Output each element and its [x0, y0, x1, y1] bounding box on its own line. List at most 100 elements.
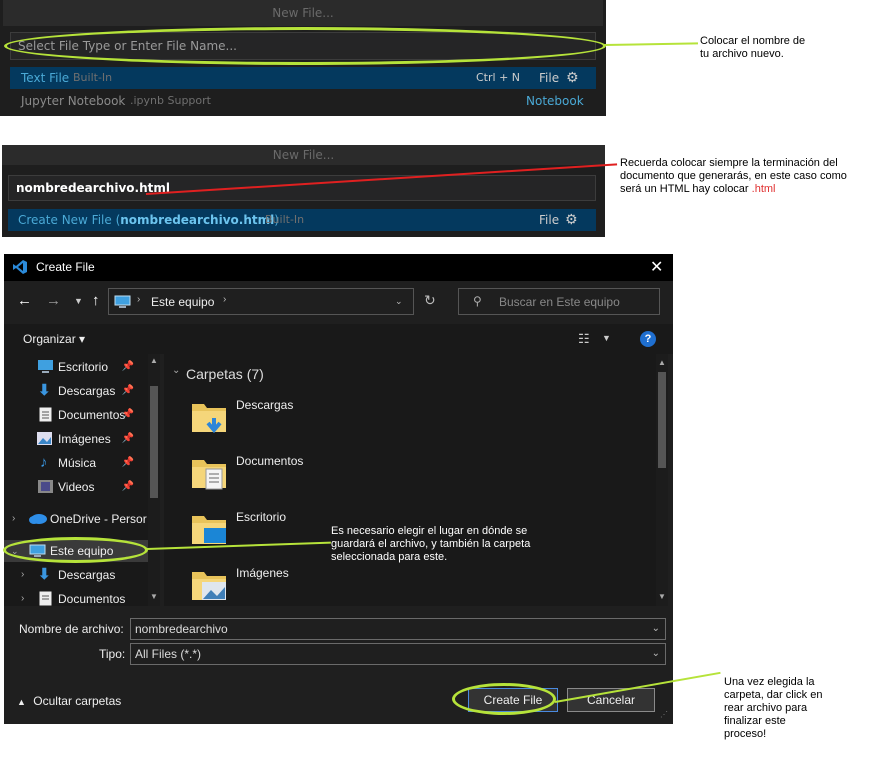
- nav-scrollbar[interactable]: ▲ ▼: [148, 354, 160, 606]
- file-type-select[interactable]: All Files (*.*) ⌄: [130, 643, 666, 665]
- item-type: File: [539, 71, 560, 85]
- item-label: Create New File (nombredearchivo.html): [18, 213, 279, 227]
- highlight-ellipse-este-equipo: [3, 537, 148, 563]
- gear-icon[interactable]: ⚙: [565, 209, 578, 231]
- desktop-folder-icon: [192, 516, 226, 544]
- item-source: .ipynb Support: [130, 94, 211, 107]
- note-choose-location: Es necesario elegir el lugar en dónde se…: [331, 525, 531, 563]
- scroll-up-icon[interactable]: ▲: [150, 356, 158, 365]
- scroll-down-icon[interactable]: ▼: [658, 592, 666, 601]
- file-name-input[interactable]: nombredearchivo.html: [8, 175, 596, 201]
- folder-item-descargas[interactable]: Descargas: [190, 394, 370, 444]
- expand-chevron-icon[interactable]: ›: [12, 508, 15, 530]
- quickpick-title: New File...: [3, 0, 603, 26]
- chevron-right-icon: ›: [137, 294, 141, 305]
- nav-item-descargas[interactable]: ⬇ Descargas 📌: [4, 380, 148, 402]
- section-collapse-icon[interactable]: ⌄: [172, 365, 180, 376]
- search-box[interactable]: ⚲ Buscar en Este equipo: [458, 288, 660, 315]
- chevron-up-icon: ▲: [17, 697, 26, 707]
- pin-icon: 📌: [121, 385, 134, 396]
- item-source: Built-In: [265, 213, 305, 226]
- filename-value: nombredearchivo: [135, 622, 228, 636]
- nav-item-documentos[interactable]: Documentos 📌: [4, 404, 148, 426]
- pin-icon: 📌: [121, 409, 134, 420]
- nav-item-imagenes[interactable]: Imágenes 📌: [4, 428, 148, 450]
- dialog-footer: Nombre de archivo: nombredearchivo ⌄ Tip…: [4, 606, 673, 724]
- quickpick-item-create[interactable]: Create New File (nombredearchivo.html) B…: [8, 209, 596, 231]
- music-note-icon: ♪: [40, 454, 48, 471]
- nav-item-escritorio[interactable]: Escritorio 📌: [4, 356, 148, 378]
- address-dropdown-icon[interactable]: ⌄: [395, 296, 403, 307]
- quickpick-title: New File...: [2, 145, 605, 165]
- scroll-thumb[interactable]: [658, 372, 666, 468]
- pin-icon: 📌: [121, 457, 134, 468]
- document-icon: [39, 407, 52, 422]
- chevron-down-icon[interactable]: ⌄: [652, 619, 660, 639]
- computer-icon: [114, 295, 131, 308]
- back-arrow-icon[interactable]: ←: [17, 292, 32, 309]
- gear-icon[interactable]: ⚙: [566, 67, 579, 89]
- desktop-icon: [38, 360, 53, 373]
- folder-item-documentos[interactable]: Documentos: [190, 450, 370, 500]
- scroll-thumb[interactable]: [150, 386, 158, 498]
- hide-folders-toggle[interactable]: ▲ Ocultar carpetas: [17, 694, 121, 708]
- nav-item-onedrive[interactable]: › OneDrive - Persor: [4, 508, 148, 530]
- scroll-up-icon[interactable]: ▲: [658, 358, 666, 367]
- chevron-down-icon[interactable]: ⌄: [652, 644, 660, 664]
- address-bar[interactable]: › Este equipo › ⌄: [108, 288, 414, 315]
- vscode-logo-icon: [13, 260, 27, 274]
- pictures-icon: [37, 432, 52, 445]
- type-label: Tipo:: [99, 647, 126, 661]
- callout-line-1: [603, 42, 699, 46]
- view-dropdown-icon[interactable]: ▼: [602, 333, 611, 343]
- note-name-file: Colocar el nombre de tu archivo nuevo.: [700, 35, 806, 60]
- up-arrow-icon[interactable]: ↑: [92, 292, 100, 309]
- view-options-icon[interactable]: ☷: [578, 331, 590, 347]
- tutorial-canvas: New File... Select File Type or Enter Fi…: [0, 0, 874, 768]
- section-header[interactable]: Carpetas (7): [186, 366, 264, 382]
- note-click-create: Una vez elegida la carpeta, dar click en…: [724, 676, 823, 740]
- download-arrow-icon: ⬇: [38, 382, 51, 399]
- file-content-pane: ⌄ Carpetas (7) Descargas Documentos Escr…: [164, 354, 668, 606]
- scroll-down-icon[interactable]: ▼: [150, 592, 158, 601]
- pin-icon: 📌: [121, 361, 134, 372]
- highlight-ellipse-input: [4, 27, 606, 65]
- help-icon[interactable]: ?: [640, 331, 656, 347]
- create-file-dialog: Create File ✕ ← → ▼ ↑ › Este equipo › ⌄ …: [4, 254, 673, 724]
- item-source: Built-In: [73, 71, 113, 84]
- close-icon[interactable]: ✕: [650, 257, 663, 277]
- chevron-right-icon: ›: [223, 294, 227, 305]
- nav-item-musica[interactable]: ♪ Música 📌: [4, 452, 148, 474]
- item-type: Notebook: [526, 94, 584, 108]
- highlight-ellipse-create-button: [452, 683, 556, 715]
- video-icon: [38, 480, 53, 493]
- pictures-folder-icon: [192, 572, 226, 600]
- expand-chevron-icon[interactable]: ›: [21, 564, 24, 586]
- refresh-icon[interactable]: ↻: [424, 292, 436, 309]
- nav-item-descargas-sub[interactable]: › ⬇ Descargas: [4, 564, 148, 586]
- filename-field[interactable]: nombredearchivo ⌄: [130, 618, 666, 640]
- quickpick-item-text-file[interactable]: Text File Built-In Ctrl + N File ⚙: [10, 67, 596, 89]
- file-type-value: All Files (*.*): [135, 647, 202, 661]
- cloud-icon: [29, 514, 47, 524]
- command-bar: Organizar ▾ ☷ ▼ ?: [4, 324, 673, 354]
- nav-item-videos[interactable]: Videos 📌: [4, 476, 148, 498]
- address-location: Este equipo: [151, 295, 215, 309]
- filename-label: Nombre de archivo:: [19, 622, 124, 636]
- download-arrow-icon: ⬇: [38, 566, 51, 583]
- dialog-title: Create File: [36, 260, 95, 274]
- organize-menu[interactable]: Organizar ▾: [23, 332, 85, 346]
- search-placeholder: Buscar en Este equipo: [499, 295, 620, 309]
- content-scrollbar[interactable]: ▲ ▼: [656, 354, 668, 606]
- pin-icon: 📌: [121, 481, 134, 492]
- documents-folder-icon: [192, 460, 226, 490]
- forward-arrow-icon[interactable]: →: [46, 292, 61, 309]
- keyboard-shortcut: Ctrl + N: [476, 71, 521, 84]
- pin-icon: 📌: [121, 433, 134, 444]
- quickpick-item-jupyter[interactable]: Jupyter Notebook .ipynb Support Notebook: [10, 90, 596, 112]
- downloads-folder-icon: [192, 404, 226, 434]
- chevron-down-icon[interactable]: ▼: [74, 296, 83, 306]
- folder-item-imagenes[interactable]: Imágenes: [190, 562, 370, 612]
- resize-grip-icon[interactable]: ⋰: [660, 710, 668, 719]
- new-file-quickpick-2: New File... nombredearchivo.html Create …: [2, 145, 605, 237]
